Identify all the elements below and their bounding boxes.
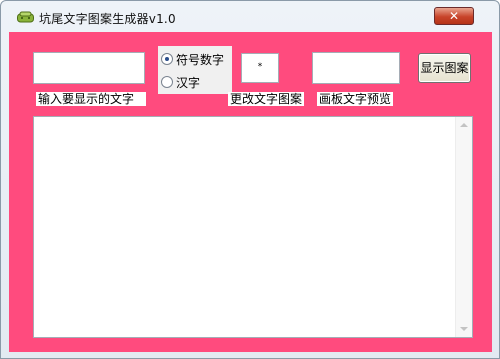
display-text-input[interactable] xyxy=(33,52,145,84)
radio-chinese[interactable]: 汉字 xyxy=(158,73,232,93)
radio-chinese-circle[interactable] xyxy=(161,76,173,88)
preview-text-label: 画板文字预览 xyxy=(317,92,394,106)
display-text-label: 输入要显示的文字 xyxy=(36,92,146,106)
pattern-char-input[interactable]: * xyxy=(241,53,279,83)
radio-symbol-number[interactable]: 符号数字 xyxy=(158,50,232,70)
show-pattern-button[interactable]: 显示图案 xyxy=(418,53,471,83)
title-bar[interactable]: 坑尾文字图案生成器v1.0 ✕ xyxy=(1,1,499,31)
preview-text-input[interactable] xyxy=(312,52,400,84)
scroll-up-icon[interactable] xyxy=(460,123,468,127)
radio-symbol-number-circle[interactable] xyxy=(161,53,173,65)
change-pattern-label: 更改文字图案 xyxy=(228,92,305,106)
radio-chinese-label: 汉字 xyxy=(176,76,201,90)
pattern-output-textarea[interactable] xyxy=(33,116,473,338)
vertical-scrollbar[interactable] xyxy=(455,117,472,337)
client-area: 符号数字 汉字 * 显示图案 输入要显示的文字 更改文字图案 画板文字预览 xyxy=(9,32,492,352)
window-title: 坑尾文字图案生成器v1.0 xyxy=(39,12,176,26)
mode-radio-group: 符号数字 汉字 xyxy=(158,46,232,94)
radio-symbol-number-label: 符号数字 xyxy=(176,53,225,67)
radio-selected-dot xyxy=(165,57,169,61)
close-button[interactable]: ✕ xyxy=(434,7,474,25)
app-window: 坑尾文字图案生成器v1.0 ✕ 符号数字 汉字 * 显示图案 输入要显示的文字 … xyxy=(0,0,500,359)
scroll-down-icon[interactable] xyxy=(460,327,468,331)
app-icon xyxy=(17,11,34,23)
